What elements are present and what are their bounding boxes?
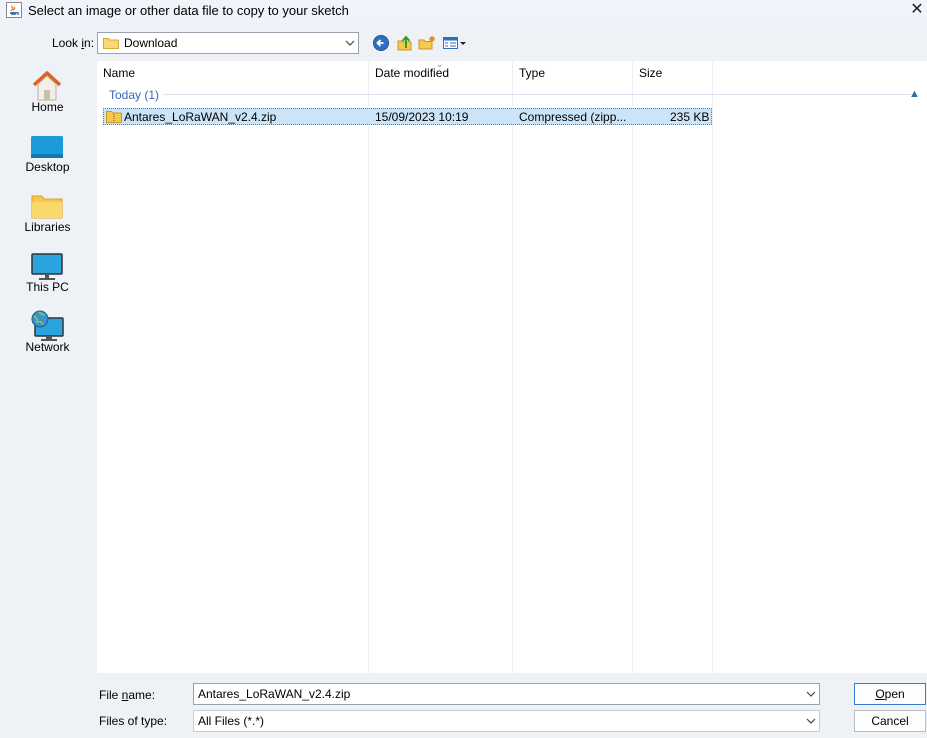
file-name-value: Antares_LoRaWAN_v2.4.zip	[198, 687, 351, 701]
place-label: Desktop	[25, 160, 70, 174]
window-title: Select an image or other data file to co…	[28, 3, 349, 18]
libraries-icon	[29, 190, 65, 222]
network-icon	[29, 310, 65, 342]
back-icon[interactable]	[372, 34, 390, 52]
file-name-label-prefix: File	[99, 688, 122, 702]
sort-indicator-icon: ⌄	[436, 59, 444, 69]
java-app-icon	[6, 2, 22, 18]
cancel-button[interactable]: Cancel	[854, 710, 926, 732]
place-label: Home	[31, 100, 64, 114]
column-header-size[interactable]: Size	[633, 61, 713, 85]
column-header-name[interactable]: Name	[97, 61, 369, 85]
place-libraries[interactable]: Libraries	[0, 184, 95, 242]
zip-folder-icon	[106, 110, 122, 123]
place-label: Network	[25, 340, 70, 354]
chevron-down-icon[interactable]	[804, 687, 818, 701]
folder-icon	[103, 37, 119, 49]
look-in-label-suffix: n:	[84, 36, 95, 50]
column-gridline	[368, 61, 369, 673]
place-this-pc[interactable]: This PC	[0, 244, 95, 302]
column-gridline	[512, 61, 513, 673]
look-in-combo[interactable]: Download	[97, 32, 359, 54]
place-desktop[interactable]: Desktop	[0, 124, 95, 182]
open-button-mnemonic: O	[875, 687, 885, 701]
column-header-type[interactable]: Type	[513, 61, 633, 85]
group-header[interactable]: Today (1)	[109, 88, 159, 102]
group-divider	[163, 94, 917, 95]
file-name-cell: Antares_LoRaWAN_v2.4.zip	[124, 110, 277, 124]
home-icon	[29, 70, 65, 102]
place-network[interactable]: Network	[0, 304, 95, 362]
file-list[interactable]: Name Date modified ⌄ Type Size Today (1)…	[97, 59, 927, 673]
file-name-field[interactable]: Antares_LoRaWAN_v2.4.zip	[193, 683, 820, 705]
chevron-down-icon[interactable]	[804, 714, 818, 728]
view-menu-icon[interactable]	[442, 34, 468, 52]
look-in-label-prefix: Look	[52, 36, 82, 50]
files-of-type-label: Files of type:	[99, 714, 168, 728]
column-gridline	[712, 61, 713, 673]
place-label: This PC	[26, 280, 69, 294]
this-pc-icon	[29, 250, 65, 282]
file-name-label-suffix: ame:	[128, 688, 156, 702]
file-date-cell: 15/09/2023 10:19	[375, 110, 469, 124]
create-new-folder-icon[interactable]	[418, 34, 436, 52]
place-label: Libraries	[24, 220, 71, 234]
file-type-cell: Compressed (zipp...	[519, 110, 627, 124]
files-of-type-value: All Files (*.*)	[198, 714, 265, 728]
open-button[interactable]: Open	[854, 683, 926, 705]
up-one-level-icon[interactable]	[396, 34, 414, 52]
place-home[interactable]: Home	[0, 64, 95, 122]
look-in-value: Download	[124, 36, 178, 50]
chevron-down-icon[interactable]	[343, 35, 357, 51]
table-row[interactable]: Antares_LoRaWAN_v2.4.zip 15/09/2023 10:1…	[103, 108, 712, 125]
desktop-icon	[29, 130, 65, 162]
file-size-cell: 235 KB	[670, 110, 710, 124]
places-bar: Home Desktop Libraries This PC Network	[0, 58, 95, 673]
look-in-label: Look in:	[52, 36, 94, 50]
close-button[interactable]: ✕	[908, 1, 926, 19]
files-of-type-combo[interactable]: All Files (*.*)	[193, 710, 820, 732]
file-name-label: File name:	[99, 688, 155, 702]
collapse-group-icon[interactable]: ▲	[909, 88, 920, 100]
open-button-label: pen	[884, 687, 905, 701]
column-gridline	[632, 61, 633, 673]
